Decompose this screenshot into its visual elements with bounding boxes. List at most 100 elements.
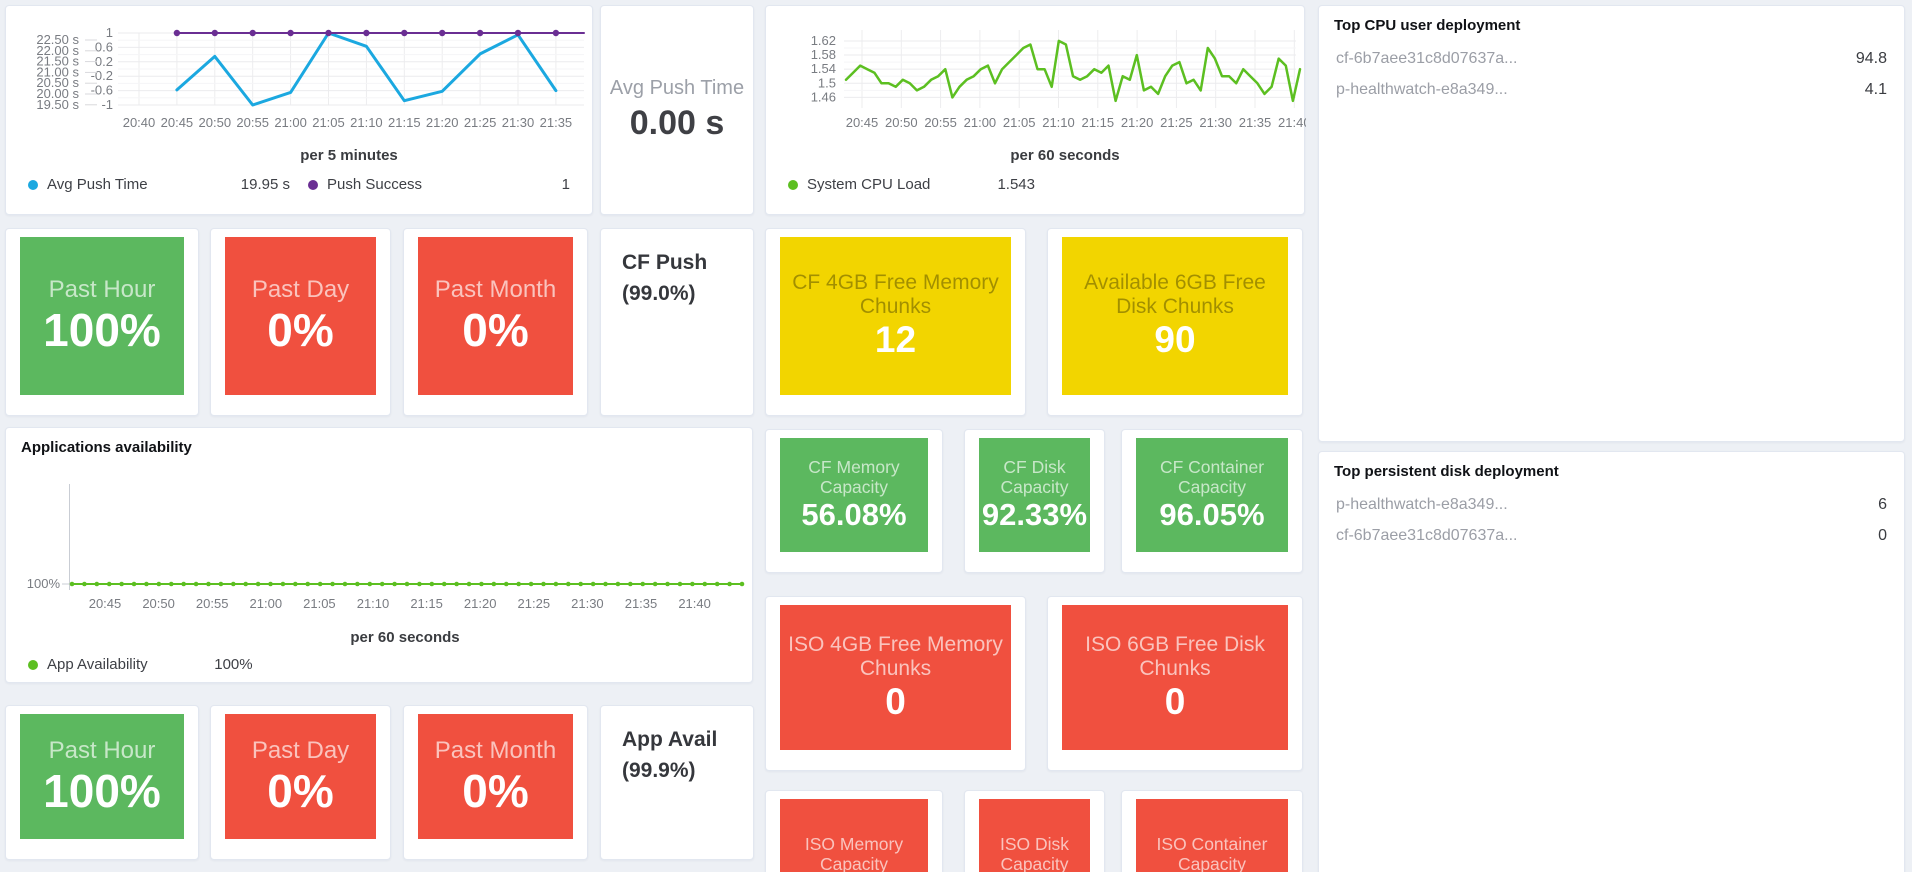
bar-row-value: 94.8 bbox=[1855, 49, 1887, 67]
x-axis-title: per 60 seconds bbox=[1010, 147, 1120, 164]
note-line1: App Avail bbox=[622, 728, 718, 751]
svg-text:21:25: 21:25 bbox=[518, 596, 551, 611]
tile-app-avail-past-day: Past Day 0% bbox=[210, 705, 391, 860]
tile-value: 0% bbox=[267, 764, 334, 817]
svg-text:21:30: 21:30 bbox=[571, 596, 604, 611]
tile-label: CF Memory Capacity bbox=[808, 457, 900, 497]
svg-text:20:50: 20:50 bbox=[142, 596, 175, 611]
tile-label: Past Day bbox=[251, 736, 350, 764]
tile-value: 100% bbox=[43, 764, 161, 817]
tile-iso-6gb-free-disk-chunks: ISO 6GB Free Disk Chunks 0 bbox=[1047, 596, 1303, 771]
tile-cf-container-capacity: CF Container Capacity 96.05% bbox=[1121, 429, 1303, 573]
tile-value: 0% bbox=[267, 304, 334, 356]
svg-text:20:50: 20:50 bbox=[885, 115, 918, 130]
svg-text:21:00: 21:00 bbox=[964, 115, 997, 130]
stat-label: Avg Push Time bbox=[609, 77, 745, 99]
tile-iso-disk-capacity: ISO Disk Capacity 0.00% bbox=[964, 790, 1105, 872]
svg-text:1.62: 1.62 bbox=[811, 33, 836, 48]
svg-text:21:05: 21:05 bbox=[303, 596, 336, 611]
panel-title: Top CPU user deployment bbox=[1334, 17, 1521, 34]
svg-text:21:05: 21:05 bbox=[1003, 115, 1036, 130]
x-axis-title: per 5 minutes bbox=[300, 147, 398, 164]
svg-text:20:55: 20:55 bbox=[236, 115, 269, 130]
note-line1: CF Push bbox=[622, 251, 708, 274]
bar-track bbox=[1541, 527, 1825, 544]
svg-text:20:45: 20:45 bbox=[89, 596, 122, 611]
bar-row-value: 4.1 bbox=[1864, 80, 1887, 98]
legend-item-avg-push-time[interactable]: Avg Push Time 19.95 s bbox=[28, 176, 290, 193]
tile-label: CF 4GB Free Memory Chunks bbox=[792, 271, 999, 318]
tile-label: Past Hour bbox=[48, 736, 156, 764]
panel-cf-push-note: CF Push (99.0%) bbox=[600, 228, 754, 416]
svg-text:21:20: 21:20 bbox=[426, 115, 459, 130]
legend-dot-icon bbox=[28, 659, 38, 670]
legend-dot-icon bbox=[308, 179, 318, 190]
tile-label: Past Month bbox=[434, 276, 557, 303]
bar-row: p-healthwatch-e8a349... 4.1 bbox=[1319, 74, 1904, 105]
tile-value: 12 bbox=[874, 319, 917, 360]
dashboard: 20:40 20:45 20:50 20:55 21:00 21:05 21:10 21:15… bbox=[0, 0, 1912, 872]
svg-text:21:35: 21:35 bbox=[625, 596, 658, 611]
note-line2: (99.0%) bbox=[622, 282, 696, 305]
bar-row-value: 6 bbox=[1878, 495, 1887, 513]
tile-label: Available 6GB Free Disk Chunks bbox=[1084, 271, 1266, 318]
tile-cf-push-past-day: Past Day 0% bbox=[210, 228, 391, 416]
bar-row: cf-6b7aee31c8d07637a... 0 bbox=[1319, 520, 1904, 551]
svg-text:20:50: 20:50 bbox=[199, 115, 232, 130]
svg-text:-0.2: -0.2 bbox=[91, 68, 113, 83]
svg-text:21:30: 21:30 bbox=[502, 115, 535, 130]
svg-text:21:25: 21:25 bbox=[1160, 115, 1193, 130]
svg-text:20:55: 20:55 bbox=[196, 596, 229, 611]
svg-text:21:00: 21:00 bbox=[250, 596, 283, 611]
svg-text:21:30: 21:30 bbox=[1199, 115, 1232, 130]
svg-text:21:15: 21:15 bbox=[388, 115, 421, 130]
svg-text:0.2: 0.2 bbox=[95, 54, 113, 69]
tile-label: Past Month bbox=[434, 736, 557, 764]
bar-track bbox=[1541, 496, 1825, 513]
tile-label: Past Hour bbox=[48, 276, 156, 303]
tile-cf-4gb-free-memory-chunks: CF 4GB Free Memory Chunks 12 bbox=[765, 228, 1026, 416]
bar-track bbox=[1541, 50, 1825, 67]
legend-item-app-availability[interactable]: App Availability 100% bbox=[28, 656, 253, 673]
chart-legend: App Availability 100% bbox=[28, 656, 730, 673]
stat-value: 0.00 s bbox=[629, 104, 725, 142]
note-line2: (99.9%) bbox=[622, 759, 696, 782]
panel-top-cpu-user-deployment: Top CPU user deployment cf-6b7aee31c8d07… bbox=[1318, 5, 1905, 442]
tile-value: 0% bbox=[462, 304, 529, 356]
svg-text:19.50 s: 19.50 s bbox=[36, 97, 79, 112]
svg-text:-1: -1 bbox=[101, 97, 113, 112]
tile-value: 0 bbox=[1164, 680, 1186, 722]
tile-label: ISO 6GB Free Disk Chunks bbox=[1085, 632, 1265, 680]
bar-row-label: p-healthwatch-e8a349... bbox=[1336, 495, 1508, 513]
svg-text:21:35: 21:35 bbox=[540, 115, 573, 130]
bar-row: p-healthwatch-e8a349... 6 bbox=[1319, 489, 1904, 520]
legend-value: 100% bbox=[214, 656, 253, 673]
tile-value: 90 bbox=[1154, 319, 1196, 360]
tile-app-avail-past-hour: Past Hour 100% bbox=[5, 705, 199, 860]
svg-text:21:10: 21:10 bbox=[1042, 115, 1075, 130]
svg-text:1.58: 1.58 bbox=[811, 47, 836, 62]
legend-item-push-success[interactable]: Push Success 1 bbox=[290, 176, 570, 193]
svg-text:1.5: 1.5 bbox=[818, 75, 836, 90]
legend-label: Avg Push Time bbox=[47, 176, 148, 193]
legend-value: 1.543 bbox=[997, 176, 1035, 193]
tile-cf-push-past-hour: Past Hour 100% bbox=[5, 228, 199, 416]
svg-text:20:55: 20:55 bbox=[924, 115, 957, 130]
svg-text:0.6: 0.6 bbox=[95, 39, 113, 54]
tile-label: ISO Disk Capacity bbox=[999, 833, 1070, 872]
tile-value: 92.33% bbox=[981, 497, 1088, 532]
panel-applications-availability: Applications availability 20:45 20:50 20:5… bbox=[5, 427, 753, 683]
tile-available-6gb-free-disk-chunks: Available 6GB Free Disk Chunks 90 bbox=[1047, 228, 1303, 416]
tile-iso-container-capacity: ISO Container Capacity 0.00% bbox=[1121, 790, 1303, 872]
legend-item-system-cpu-load[interactable]: System CPU Load 1.543 bbox=[788, 176, 1035, 193]
tile-value: 0% bbox=[462, 764, 529, 817]
tile-label: ISO Container Capacity bbox=[1156, 833, 1268, 872]
legend-dot-icon bbox=[788, 179, 798, 190]
bar-track bbox=[1541, 81, 1825, 98]
svg-text:100%: 100% bbox=[27, 576, 61, 591]
tile-cf-memory-capacity: CF Memory Capacity 56.08% bbox=[765, 429, 943, 573]
panel-top-persistent-disk-deployment: Top persistent disk deployment p-healthw… bbox=[1318, 451, 1905, 872]
tile-label: CF Disk Capacity bbox=[1000, 457, 1069, 497]
panel-avg-push-time-stat: Avg Push Time 0.00 s bbox=[600, 5, 754, 215]
push-time-chart: 20:40 20:45 20:50 20:55 21:00 21:05 21:10 21:15… bbox=[36, 25, 585, 130]
